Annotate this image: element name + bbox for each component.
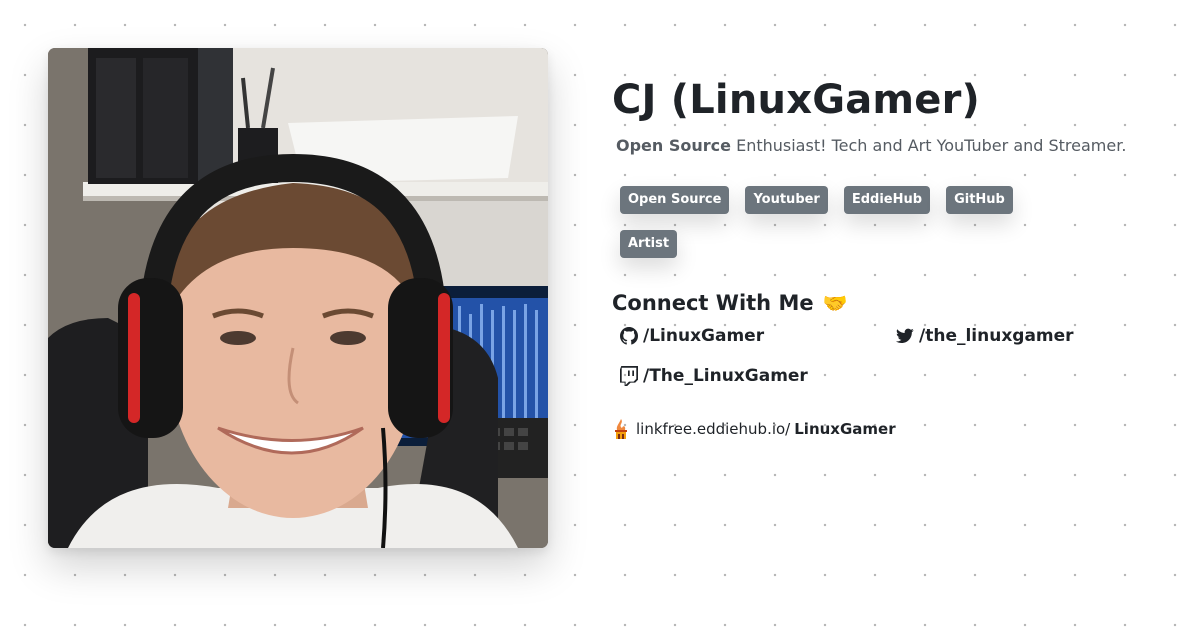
connect-heading-text: Connect With Me: [612, 291, 814, 315]
tag-github[interactable]: GitHub: [946, 186, 1013, 214]
github-link[interactable]: /LinuxGamer: [620, 326, 764, 346]
twitch-handle: /The_LinuxGamer: [643, 366, 808, 386]
linkfree-base: linkfree.eddiehub.io/: [636, 420, 791, 438]
connect-heading: Connect With Me 🤝: [612, 288, 1172, 318]
github-icon: [620, 327, 638, 345]
twitter-link[interactable]: /the_linuxgamer: [896, 326, 1074, 346]
profile-name: CJ (LinuxGamer): [612, 77, 981, 123]
github-handle: /LinuxGamer: [643, 326, 765, 346]
profile-photo: [48, 48, 548, 548]
profile-info: CJ (LinuxGamer) Open Source Enthusiast! …: [612, 74, 1172, 439]
profile-bio: Open Source Enthusiast! Tech and Art You…: [616, 134, 1172, 158]
twitch-link[interactable]: /The_LinuxGamer: [620, 366, 808, 386]
tag-artist[interactable]: Artist: [620, 230, 678, 258]
tag-open-source[interactable]: Open Source: [620, 186, 730, 214]
twitter-icon: [896, 328, 914, 343]
linkfree-handle: LinuxGamer: [794, 420, 896, 438]
tag-list: Open Source Youtuber EddieHub GitHub Art…: [620, 186, 1020, 258]
bio-text: Enthusiast! Tech and Art YouTuber and St…: [736, 136, 1127, 155]
twitter-handle: /the_linuxgamer: [919, 326, 1074, 346]
linkfree-url[interactable]: linkfree.eddiehub.io/ LinuxGamer: [612, 419, 1172, 439]
twitch-icon: [620, 366, 638, 386]
linkfree-logo-icon: [615, 419, 627, 439]
tag-youtuber[interactable]: Youtuber: [745, 186, 828, 214]
tag-eddiehub[interactable]: EddieHub: [843, 186, 931, 214]
bio-highlight: Open Source: [616, 136, 731, 155]
handshake-icon: 🤝: [822, 291, 848, 315]
social-links: /LinuxGamer /the_linuxgamer /The_LinuxGa…: [612, 326, 1172, 414]
